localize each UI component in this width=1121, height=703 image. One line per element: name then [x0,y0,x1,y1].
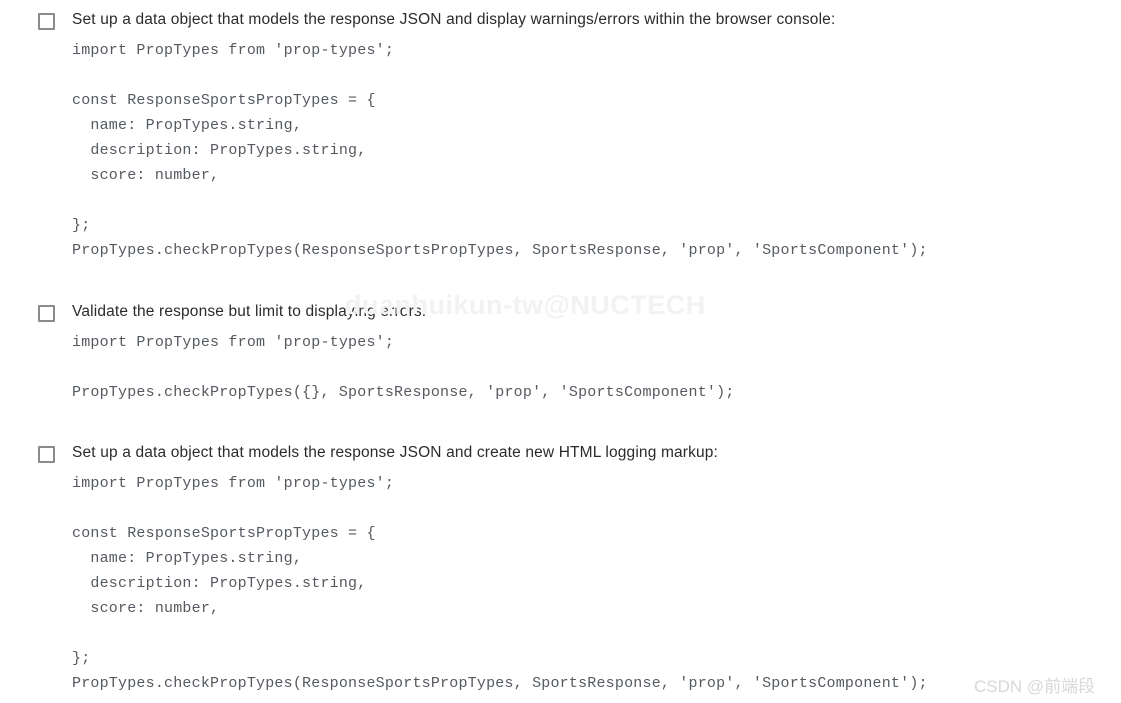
option-2-label: Validate the response but limit to displ… [72,303,427,320]
option-2-checkbox[interactable] [38,305,55,322]
quiz-option-1: Set up a data object that models the res… [0,10,1121,259]
option-1-checkbox[interactable] [38,13,55,30]
option-2-row: Validate the response but limit to displ… [0,302,1121,326]
option-3-row: Set up a data object that models the res… [0,443,1121,467]
option-1-code-snippet: import PropTypes from 'prop-types'; cons… [72,42,928,259]
csdn-author-watermark: CSDN @前端段 [974,677,1096,696]
quiz-options-list: Set up a data object that models the res… [0,0,1121,703]
option-1-label: Set up a data object that models the res… [72,11,836,28]
option-1-row: Set up a data object that models the res… [0,10,1121,34]
quiz-option-2: Validate the response but limit to displ… [0,302,1121,401]
option-3-checkbox[interactable] [38,446,55,463]
option-3-code-snippet: import PropTypes from 'prop-types'; cons… [72,475,928,692]
option-3-label: Set up a data object that models the res… [72,444,719,461]
option-2-code-snippet: import PropTypes from 'prop-types'; Prop… [72,334,735,401]
quiz-option-3: Set up a data object that models the res… [0,443,1121,692]
